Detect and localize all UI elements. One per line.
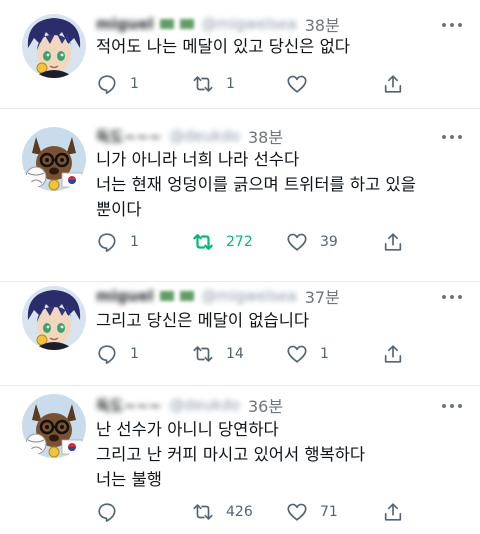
tweet[interactable]: 독도~~~ @deukdo 38분 니가 아니라 너희 나라 선수다 너는 현재… [0, 109, 480, 281]
reply-button[interactable]: 1 [96, 342, 139, 366]
more-options-icon[interactable] [442, 134, 462, 140]
like-button[interactable]: 1 [286, 342, 329, 366]
more-options-icon[interactable] [442, 294, 462, 300]
tweet-text: 난 선수가 아니니 당연하다 그리고 난 커피 마시고 있어서 행복하다 너는 … [96, 417, 466, 492]
retweet-button[interactable]: 426 [192, 500, 253, 524]
reply-button[interactable]: 1 [96, 230, 139, 254]
author-name[interactable]: 독도~~~ [96, 126, 161, 147]
tweet-text: 그리고 당신은 메달이 없습니다 [96, 308, 466, 333]
tweet-text: 적어도 나는 메달이 있고 당신은 없다 [96, 34, 466, 59]
like-count: 71 [320, 504, 338, 520]
author-name[interactable]: miguel [96, 287, 154, 305]
retweet-button[interactable]: 1 [192, 72, 235, 96]
author-handle[interactable]: @deukdo [169, 396, 240, 414]
like-count: 1 [320, 346, 329, 362]
tweet[interactable]: 독도~~~ @deukdo 36분 난 선수가 아니니 당연하다 그리고 난 커… [0, 386, 480, 534]
avatar[interactable] [22, 14, 86, 78]
avatar[interactable] [22, 127, 86, 191]
timestamp[interactable]: 38분 [248, 124, 283, 148]
more-options-icon[interactable] [442, 403, 462, 409]
like-button[interactable] [286, 72, 320, 96]
retweet-icon [193, 234, 213, 250]
share-button[interactable] [382, 500, 404, 524]
retweet-count: 14 [226, 346, 244, 362]
avatar[interactable] [22, 394, 86, 458]
reply-count: 1 [130, 234, 139, 250]
flag-icon [159, 291, 174, 301]
share-icon [384, 233, 402, 251]
timestamp[interactable]: 37분 [305, 284, 340, 308]
retweet-icon [193, 346, 213, 362]
heart-icon [287, 345, 307, 363]
tweet-header: 독도~~~ @deukdo 38분 [96, 124, 283, 148]
timestamp[interactable]: 38분 [305, 12, 340, 36]
retweet-button[interactable]: 14 [192, 342, 244, 366]
reply-icon [98, 75, 116, 94]
flag-icon [179, 19, 194, 29]
share-button[interactable] [382, 230, 404, 254]
reply-icon [98, 503, 116, 522]
heart-icon [287, 75, 307, 93]
reply-button[interactable] [96, 500, 130, 524]
reply-icon [98, 233, 116, 252]
tweet-text-line: 적어도 나는 메달이 있고 당신은 없다 [96, 37, 350, 56]
author-handle[interactable]: @deukdo [169, 127, 240, 145]
flag-icon [159, 19, 174, 29]
more-options-icon[interactable] [442, 22, 462, 28]
tweet-actions: 1 1 [96, 72, 466, 96]
author-name[interactable]: 독도~~~ [96, 395, 161, 416]
author-name[interactable]: miguel [96, 15, 154, 33]
like-count: 39 [320, 234, 338, 250]
tweet[interactable]: miguel @migwelsea 37분 그리고 당신은 메달이 없습니다 1… [0, 282, 480, 390]
tweet-actions: 426 71 [96, 500, 466, 524]
share-icon [384, 75, 402, 93]
tweet-text-line: 난 선수가 아니니 당연하다 [96, 420, 279, 439]
retweet-count: 1 [226, 76, 235, 92]
tweet-thread: miguel @migwelsea 38분 적어도 나는 메달이 있고 당신은 … [0, 0, 480, 534]
tweet-text-line: 너는 불행 [96, 470, 162, 489]
reply-count: 1 [130, 76, 139, 92]
tweet-text: 니가 아니라 너희 나라 선수다 너는 현재 엉덩이를 긁으며 트위터를 하고 … [96, 147, 466, 222]
like-button[interactable]: 71 [286, 500, 338, 524]
tweet-actions: 1 14 1 [96, 342, 466, 366]
tweet-text-line: 뿐이다 [96, 200, 142, 219]
retweet-icon [193, 504, 213, 520]
author-handle[interactable]: @migwelsea [202, 287, 297, 305]
tweet[interactable]: miguel @migwelsea 38분 적어도 나는 메달이 있고 당신은 … [0, 0, 480, 108]
reply-count: 1 [130, 346, 139, 362]
reply-icon [98, 345, 116, 364]
share-icon [384, 345, 402, 363]
like-button[interactable]: 39 [286, 230, 338, 254]
share-button[interactable] [382, 72, 404, 96]
tweet-text-line: 그리고 난 커피 마시고 있어서 행복하다 [96, 445, 366, 464]
tweet-text-line: 그리고 당신은 메달이 없습니다 [96, 311, 310, 330]
avatar[interactable] [22, 286, 86, 350]
tweet-text-line: 니가 아니라 너희 나라 선수다 [96, 150, 300, 169]
tweet-header: miguel @migwelsea 37분 [96, 284, 340, 308]
retweet-button[interactable]: 272 [192, 230, 253, 254]
tweet-header: miguel @migwelsea 38분 [96, 12, 340, 36]
reply-button[interactable]: 1 [96, 72, 139, 96]
heart-icon [287, 503, 307, 521]
timestamp[interactable]: 36분 [248, 393, 283, 417]
retweet-count: 426 [226, 504, 253, 520]
flag-icon [179, 291, 194, 301]
tweet-header: 독도~~~ @deukdo 36분 [96, 393, 283, 417]
heart-icon [287, 233, 307, 251]
retweet-icon [193, 76, 213, 92]
share-button[interactable] [382, 342, 404, 366]
author-handle[interactable]: @migwelsea [202, 15, 297, 33]
share-icon [384, 503, 402, 521]
tweet-actions: 1 272 39 [96, 230, 466, 254]
retweet-count: 272 [226, 234, 253, 250]
tweet-text-line: 너는 현재 엉덩이를 긁으며 트위터를 하고 있을 [96, 175, 416, 194]
